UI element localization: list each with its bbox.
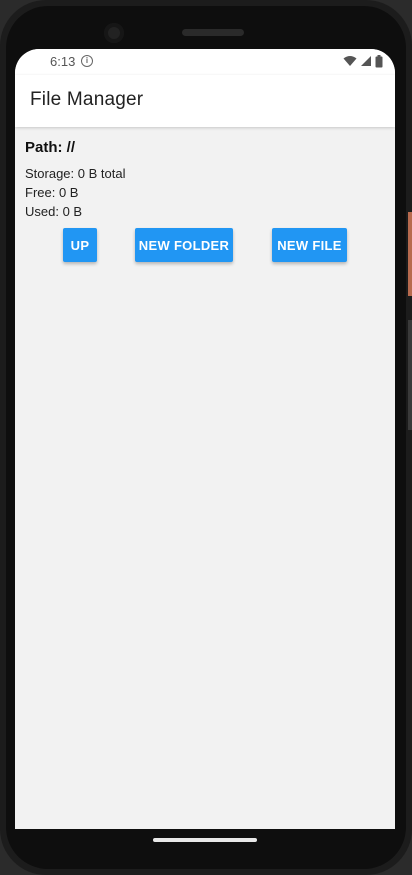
signal-icon: [361, 56, 371, 66]
volume-button[interactable]: [408, 320, 412, 430]
action-buttons: UP NEW FOLDER NEW FILE: [25, 228, 385, 262]
battery-icon: [375, 54, 383, 67]
new-file-button[interactable]: NEW FILE: [272, 228, 347, 262]
phone-device: 6:13 i File Manager Path: // Storage: 0 …: [0, 0, 412, 875]
storage-used: Used: 0 B: [25, 204, 83, 219]
file-manager-content: Path: // Storage: 0 B total Free: 0 B Us…: [25, 139, 385, 262]
up-button[interactable]: UP: [63, 228, 97, 262]
screen: 6:13 i File Manager Path: // Storage: 0 …: [15, 49, 395, 829]
new-folder-button[interactable]: NEW FOLDER: [135, 228, 233, 262]
earpiece-speaker: [182, 29, 244, 36]
current-path: Path: //: [25, 139, 76, 156]
status-time: 6:13: [50, 54, 76, 69]
front-camera: [104, 23, 124, 43]
app-bar: File Manager: [15, 75, 395, 127]
status-bar: 6:13 i: [15, 49, 395, 75]
storage-free: Free: 0 B: [25, 185, 79, 200]
info-icon: i: [81, 55, 93, 67]
home-gesture-pill[interactable]: [153, 838, 257, 842]
status-icons: [343, 53, 383, 69]
wifi-icon: [343, 56, 357, 66]
storage-total: Storage: 0 B total: [25, 166, 126, 181]
power-button[interactable]: [408, 212, 412, 296]
app-title: File Manager: [30, 89, 144, 110]
